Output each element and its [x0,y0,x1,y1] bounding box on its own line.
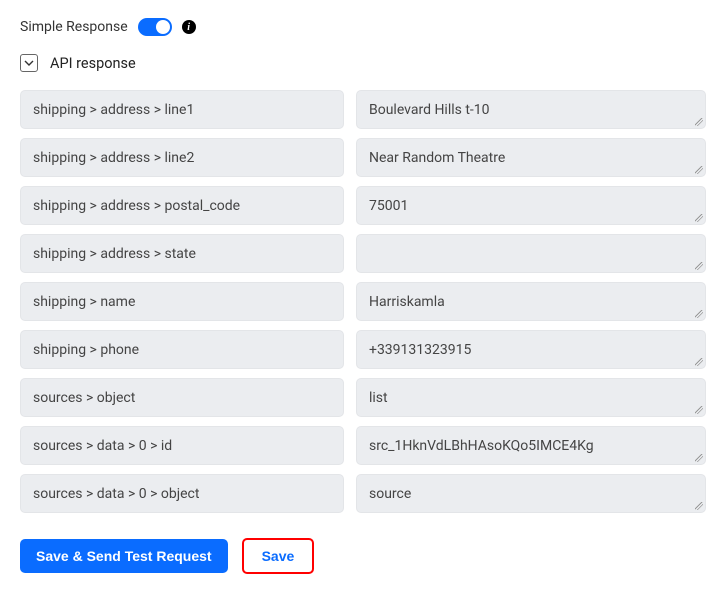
field-row: sources > object list [20,378,706,417]
field-key[interactable]: shipping > address > state [20,234,344,273]
simple-response-label: Simple Response [20,19,128,35]
save-button[interactable]: Save [242,538,315,574]
field-value[interactable] [356,234,706,273]
field-key[interactable]: sources > data > 0 > id [20,426,344,465]
field-row: sources > data > 0 > id src_1HknVdLBhHAso… [20,426,706,465]
field-value[interactable]: source [356,474,706,513]
field-key[interactable]: shipping > address > line2 [20,138,344,177]
field-key[interactable]: shipping > phone [20,330,344,369]
field-value[interactable]: +339131323915 [356,330,706,369]
field-key[interactable]: sources > data > 0 > object [20,474,344,513]
field-key[interactable]: shipping > name [20,282,344,321]
field-value[interactable]: Near Random Theatre [356,138,706,177]
chevron-down-icon [24,58,34,68]
field-value[interactable]: Boulevard Hills t-10 [356,90,706,129]
field-value[interactable]: Harriskamla [356,282,706,321]
field-row: sources > data > 0 > object source [20,474,706,513]
field-row: shipping > address > state [20,234,706,273]
field-key[interactable]: shipping > address > line1 [20,90,344,129]
collapse-toggle[interactable] [20,54,38,72]
info-icon[interactable]: i [182,20,196,34]
field-key[interactable]: sources > object [20,378,344,417]
field-row: shipping > address > postal_code 75001 [20,186,706,225]
field-value[interactable]: src_1HknVdLBhHAsoKQo5IMCE4Kg [356,426,706,465]
field-row: shipping > name Harriskamla [20,282,706,321]
field-row: shipping > address > line2 Near Random Th… [20,138,706,177]
simple-response-toggle[interactable] [138,18,172,36]
fields-list: shipping > address > line1 Boulevard Hill… [20,90,706,522]
field-value[interactable]: 75001 [356,186,706,225]
save-send-test-button[interactable]: Save & Send Test Request [20,539,228,573]
field-key[interactable]: shipping > address > postal_code [20,186,344,225]
field-value[interactable]: list [356,378,706,417]
field-row: shipping > phone +339131323915 [20,330,706,369]
api-response-label: API response [50,55,136,72]
field-row: shipping > address > line1 Boulevard Hill… [20,90,706,129]
